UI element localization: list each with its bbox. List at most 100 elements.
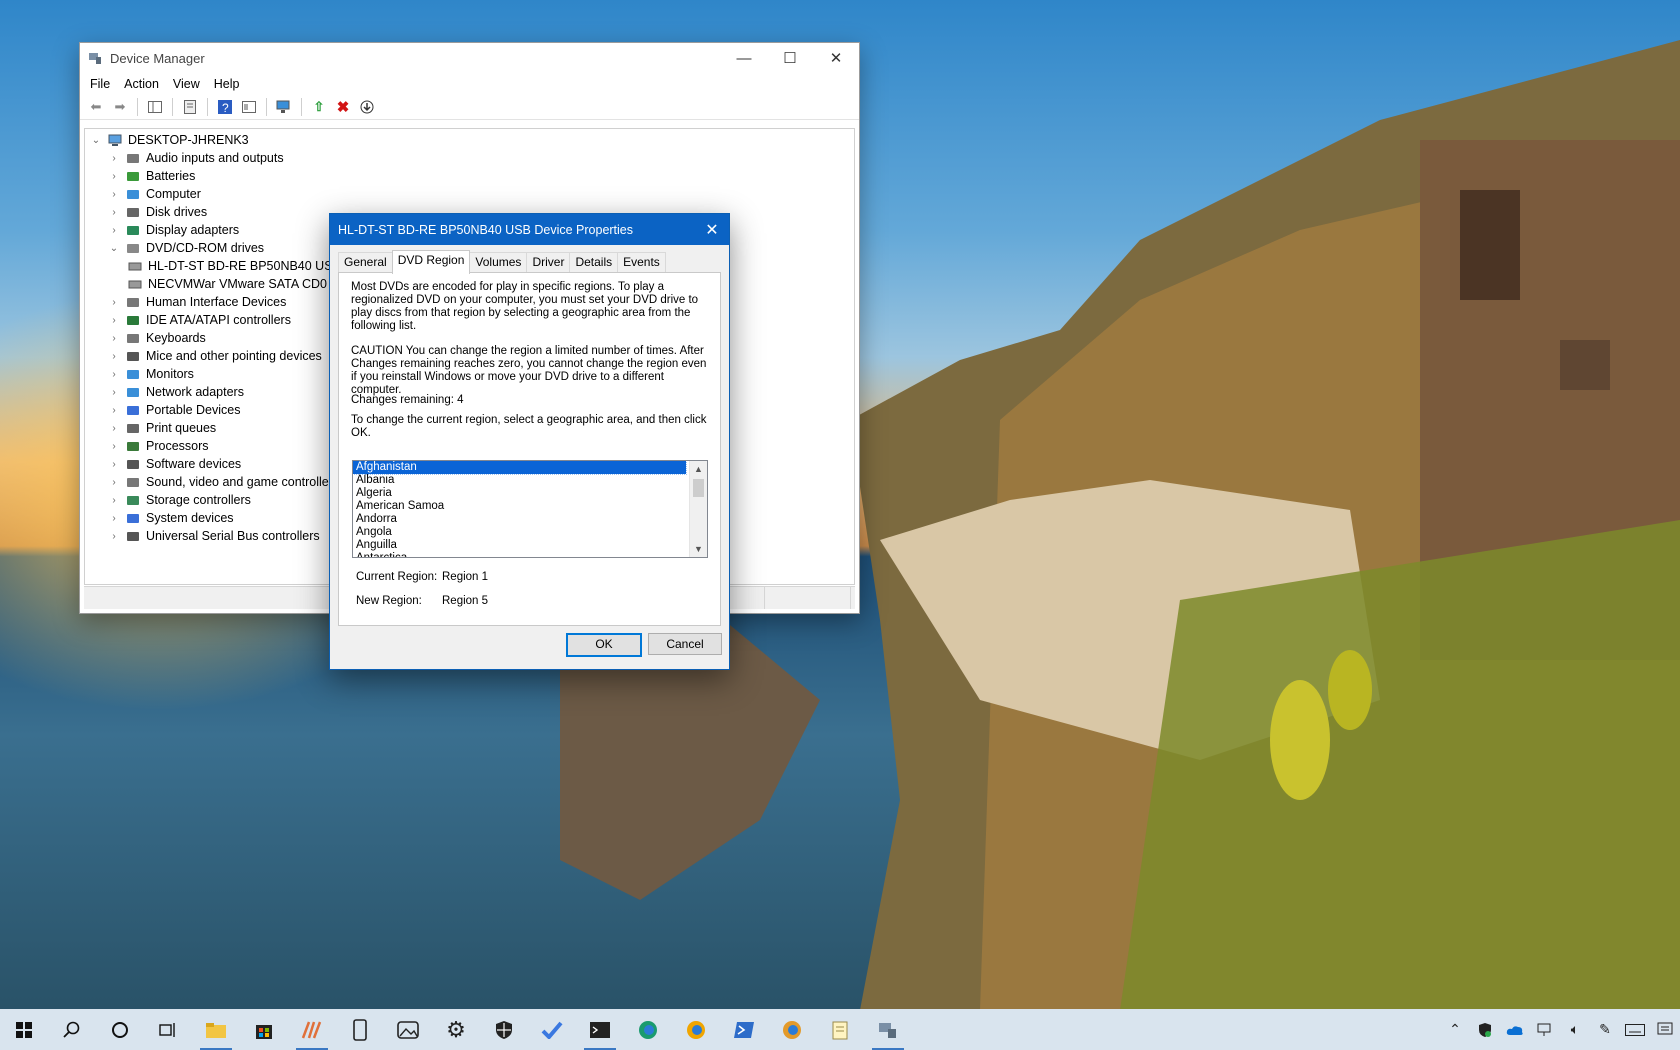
region-list-item[interactable]: Angola <box>353 526 686 539</box>
forward-arrow-icon[interactable]: ➡ <box>110 97 130 117</box>
chevron-right-icon[interactable]: › <box>107 495 121 506</box>
update-driver-icon[interactable] <box>357 97 377 117</box>
store-icon[interactable] <box>240 1009 288 1050</box>
region-list-item[interactable]: Antarctica <box>353 552 686 557</box>
system-tray: ⌃ 🔈︎ ✎ <box>1440 1009 1680 1050</box>
scan-hardware-icon[interactable] <box>274 97 294 117</box>
onedrive-icon[interactable] <box>1500 1009 1530 1050</box>
chevron-right-icon[interactable]: › <box>107 369 121 380</box>
region-list-item[interactable]: Anguilla <box>353 539 686 552</box>
changes-remaining: Changes remaining: 4 <box>351 394 464 406</box>
volume-icon[interactable]: 🔈︎ <box>1560 1009 1590 1050</box>
chevron-right-icon[interactable]: › <box>107 351 121 362</box>
region-listbox[interactable]: Afghanistan Albania Algeria American Samoa A… <box>352 460 708 558</box>
tab-events[interactable]: Events <box>617 252 666 273</box>
chevron-right-icon[interactable]: › <box>107 441 121 452</box>
chevron-right-icon[interactable]: › <box>107 189 121 200</box>
chevron-down-icon[interactable]: ⌄ <box>89 135 103 146</box>
search-icon[interactable] <box>48 1009 96 1050</box>
close-icon[interactable]: ✕ <box>695 214 729 245</box>
ok-button[interactable]: OK <box>566 633 642 657</box>
powershell-icon[interactable] <box>720 1009 768 1050</box>
tab-driver[interactable]: Driver <box>526 252 571 273</box>
view-icon[interactable] <box>239 97 259 117</box>
maximize-button[interactable]: ☐ <box>767 43 813 73</box>
tab-details[interactable]: Details <box>569 252 619 273</box>
device-manager-icon <box>89 53 101 64</box>
chevron-right-icon[interactable]: › <box>107 513 121 524</box>
chevron-right-icon[interactable]: › <box>107 333 121 344</box>
scroll-down-icon[interactable]: ▼ <box>690 541 707 557</box>
chevron-right-icon[interactable]: › <box>107 153 121 164</box>
settings-icon[interactable]: ⚙ <box>432 1009 480 1050</box>
tree-item[interactable]: › Batteries <box>89 167 854 185</box>
photos-icon[interactable] <box>384 1009 432 1050</box>
pen-icon[interactable]: ✎ <box>1590 1009 1620 1050</box>
chevron-down-icon[interactable]: ⌄ <box>107 243 121 254</box>
minimize-button[interactable]: — <box>721 43 767 73</box>
start-icon[interactable] <box>0 1009 48 1050</box>
defender-icon[interactable] <box>1470 1009 1500 1050</box>
edge-icon[interactable] <box>624 1009 672 1050</box>
region-list-item[interactable]: Andorra <box>353 513 686 526</box>
notepad-icon[interactable] <box>816 1009 864 1050</box>
chevron-right-icon[interactable]: › <box>107 297 121 308</box>
dvd-icon <box>125 241 141 255</box>
menu-action[interactable]: Action <box>120 77 169 91</box>
show-hide-console-tree-icon[interactable] <box>145 97 165 117</box>
back-arrow-icon[interactable]: ⬅ <box>86 97 106 117</box>
region-list-item[interactable]: Albania <box>353 474 686 487</box>
toolbar-separator <box>266 98 267 116</box>
chevron-right-icon[interactable]: › <box>107 387 121 398</box>
tree-item-label: Batteries <box>146 169 196 183</box>
help-icon[interactable]: ? <box>215 97 235 117</box>
mouse-icon <box>125 349 141 363</box>
notification-icon[interactable] <box>1650 1009 1680 1050</box>
device-manager-icon[interactable] <box>864 1009 912 1050</box>
edge-dev-icon[interactable] <box>768 1009 816 1050</box>
region-list-item[interactable]: Afghanistan <box>353 461 687 475</box>
todo-icon[interactable] <box>528 1009 576 1050</box>
tree-item[interactable]: › Computer <box>89 185 854 203</box>
tree-root[interactable]: ⌄ DESKTOP-JHRENK3 <box>89 131 854 149</box>
disk-icon <box>125 205 141 219</box>
task-view-icon[interactable] <box>144 1009 192 1050</box>
keyboard-icon[interactable] <box>1620 1009 1650 1050</box>
chevron-right-icon[interactable]: › <box>107 459 121 470</box>
tab-volumes[interactable]: Volumes <box>469 252 528 273</box>
properties-icon[interactable] <box>180 97 200 117</box>
chevron-right-icon[interactable]: › <box>107 315 121 326</box>
terminal-icon[interactable] <box>576 1009 624 1050</box>
file-explorer-icon[interactable] <box>192 1009 240 1050</box>
menu-help[interactable]: Help <box>210 77 250 91</box>
close-button[interactable]: ✕ <box>813 43 859 73</box>
scroll-thumb[interactable] <box>693 479 704 497</box>
add-driver-icon[interactable]: ⇧ <box>309 97 329 117</box>
uninstall-icon[interactable]: ✖ <box>333 97 353 117</box>
cancel-button[interactable]: Cancel <box>648 633 722 655</box>
region-list-item[interactable]: American Samoa <box>353 500 686 513</box>
security-icon[interactable] <box>480 1009 528 1050</box>
app-icon[interactable] <box>288 1009 336 1050</box>
chevron-right-icon[interactable]: › <box>107 171 121 182</box>
tree-item[interactable]: › Audio inputs and outputs <box>89 149 854 167</box>
edge-canary-icon[interactable] <box>672 1009 720 1050</box>
network-icon[interactable] <box>1530 1009 1560 1050</box>
chevron-right-icon[interactable]: › <box>107 225 121 236</box>
menu-view[interactable]: View <box>169 77 210 91</box>
phone-icon[interactable] <box>336 1009 384 1050</box>
scroll-up-icon[interactable]: ▲ <box>690 461 707 477</box>
menu-file[interactable]: File <box>86 77 120 91</box>
cortana-icon[interactable] <box>96 1009 144 1050</box>
listbox-scrollbar[interactable]: ▲ ▼ <box>689 461 707 557</box>
chevron-right-icon[interactable]: › <box>107 207 121 218</box>
tab-dvd-region[interactable]: DVD Region <box>391 250 471 274</box>
chevron-right-icon[interactable]: › <box>107 477 121 488</box>
chevron-right-icon[interactable]: › <box>107 405 121 416</box>
tab-general[interactable]: General <box>338 252 393 273</box>
chevron-up-icon[interactable]: ⌃ <box>1440 1009 1470 1050</box>
region-list-item[interactable]: Algeria <box>353 487 686 500</box>
tree-item-label: DVD/CD-ROM drives <box>146 241 265 255</box>
chevron-right-icon[interactable]: › <box>107 531 121 542</box>
chevron-right-icon[interactable]: › <box>107 423 121 434</box>
